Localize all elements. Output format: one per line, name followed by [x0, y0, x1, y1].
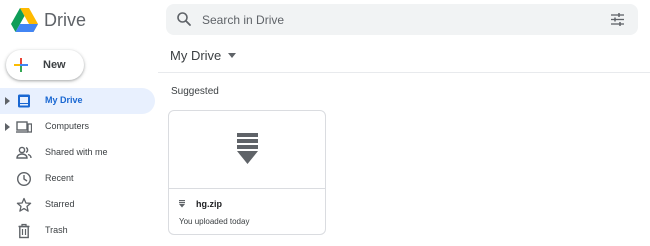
my-drive-icon — [18, 94, 30, 108]
expand-caret-icon[interactable] — [5, 97, 11, 105]
plus-icon — [14, 58, 28, 72]
drive-logo-link[interactable]: Drive — [11, 7, 86, 33]
chevron-down-icon — [228, 53, 237, 58]
search-icon[interactable] — [176, 11, 192, 27]
sidebar-item-label: Recent — [45, 173, 74, 183]
shared-icon — [16, 146, 32, 159]
zip-file-icon — [179, 200, 185, 208]
star-icon — [16, 197, 32, 212]
file-card[interactable]: hg.zip You uploaded today — [168, 110, 326, 235]
suggested-heading: Suggested — [171, 86, 219, 97]
breadcrumb-my-drive-button[interactable]: My Drive — [170, 48, 237, 63]
trash-icon — [18, 223, 30, 239]
sidebar-item-trash[interactable]: Trash — [0, 218, 155, 244]
breadcrumb: My Drive — [158, 40, 650, 73]
new-button[interactable]: New — [6, 50, 84, 80]
expand-caret-icon[interactable] — [5, 123, 11, 131]
main-content: My Drive Suggested hg.zip You uploaded t… — [158, 40, 650, 246]
app-header: Drive — [0, 0, 650, 40]
sidebar-item-label: My Drive — [45, 95, 83, 105]
search-input[interactable] — [202, 10, 582, 29]
search-options-icon[interactable] — [610, 12, 625, 27]
sidebar-item-label: Shared with me — [45, 147, 108, 157]
page-title: My Drive — [170, 48, 222, 63]
file-subtitle: You uploaded today — [179, 217, 250, 226]
file-name: hg.zip — [196, 199, 222, 209]
sidebar: New My Drive Computers Shared with me Re… — [0, 40, 158, 246]
zip-file-icon — [237, 133, 258, 164]
drive-logo-icon — [11, 8, 38, 32]
file-name-row: hg.zip — [179, 199, 222, 209]
file-thumbnail — [169, 111, 325, 189]
sidebar-item-recent[interactable]: Recent — [0, 166, 155, 192]
sidebar-item-label: Computers — [45, 121, 90, 131]
sidebar-item-starred[interactable]: Starred — [0, 192, 155, 218]
sidebar-item-my-drive[interactable]: My Drive — [0, 88, 155, 114]
sidebar-nav: My Drive Computers Shared with me Recent… — [0, 88, 158, 244]
sidebar-item-label: Starred — [45, 199, 75, 209]
sidebar-item-label: Trash — [45, 225, 68, 235]
sidebar-item-shared-with-me[interactable]: Shared with me — [0, 140, 155, 166]
new-button-label: New — [43, 59, 66, 71]
computers-icon — [16, 121, 32, 133]
app-name: Drive — [44, 10, 87, 30]
sidebar-item-computers[interactable]: Computers — [0, 114, 155, 140]
clock-icon — [16, 171, 32, 187]
search-bar[interactable] — [166, 4, 638, 35]
